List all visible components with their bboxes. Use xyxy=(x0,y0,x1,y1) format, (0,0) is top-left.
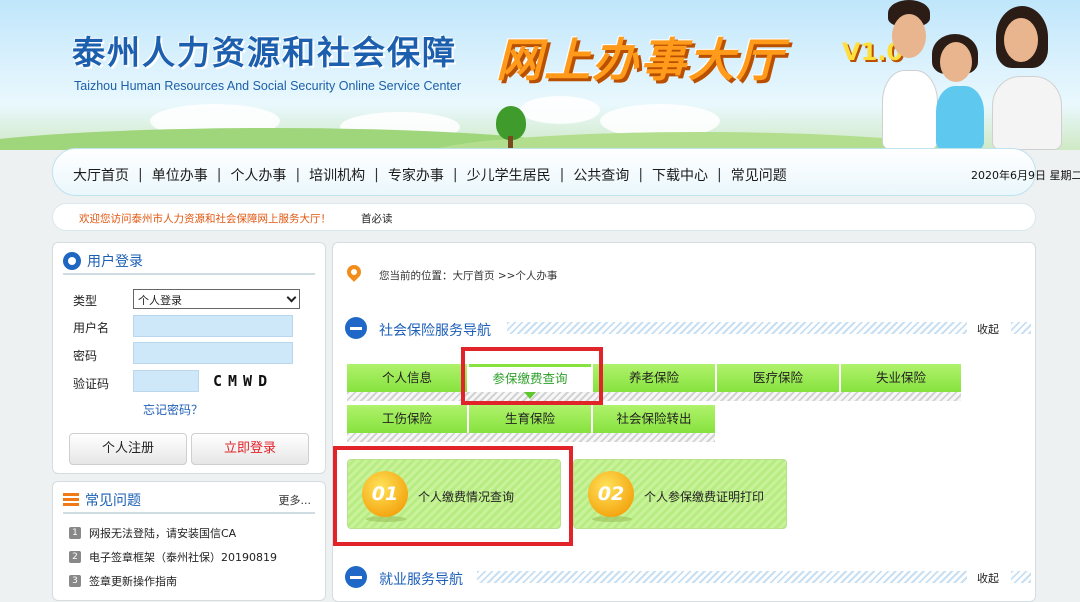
hatch-divider xyxy=(477,571,967,583)
nav-separator: | xyxy=(374,167,379,183)
password-label: 密码 xyxy=(73,349,98,363)
tab-insurance-transfer-out[interactable]: 社会保险转出 xyxy=(593,405,715,433)
login-type-value: 个人登录 xyxy=(138,294,182,307)
breadcrumb: 您当前的位置：大厅首页 >>个人办事 xyxy=(379,270,558,282)
nav-separator: | xyxy=(216,167,222,183)
faq-number-badge: 3 xyxy=(69,575,81,587)
username-input[interactable] xyxy=(133,315,293,337)
tree-icon xyxy=(496,106,526,140)
nav-item-training-institutions[interactable]: 培训机构 xyxy=(309,165,365,185)
card-number-badge: 02 xyxy=(588,471,634,517)
login-button[interactable]: 立即登录 xyxy=(191,433,309,465)
login-panel: 用户登录 类型 个人登录 用户名 密码 验证码 CMWD 忘记密码？ 个人注册 … xyxy=(52,242,326,474)
nav-separator: | xyxy=(138,167,143,183)
password-input[interactable] xyxy=(133,342,293,364)
faq-item[interactable]: 1 网报无法登陆，请安装国信CA xyxy=(69,525,236,541)
nav-item-expert-services[interactable]: 专家办事 xyxy=(388,165,444,185)
nav-item-public-query[interactable]: 公共查询 xyxy=(573,165,629,185)
register-button[interactable]: 个人注册 xyxy=(69,433,187,465)
nav-item-faq[interactable]: 常见问题 xyxy=(731,165,787,185)
chevron-down-icon xyxy=(286,292,297,303)
nav-separator: | xyxy=(559,167,565,183)
faq-item-text: 网报无法登陆，请安装国信CA xyxy=(89,527,237,540)
list-icon xyxy=(63,493,79,507)
faq-number-badge: 1 xyxy=(69,527,81,539)
faq-item[interactable]: 2 电子签章框架（泰州社保）20190819 xyxy=(69,549,277,565)
hatch-divider xyxy=(1011,322,1031,334)
faq-number-badge: 2 xyxy=(69,551,81,563)
family-illustration xyxy=(852,0,1080,150)
section-title: 社会保险服务导航 xyxy=(379,323,491,339)
nav-item-home[interactable]: 大厅首页 xyxy=(73,165,129,185)
welcome-marquee: 欢迎您访问泰州市人力资源和社会保障网上服务大厅！ xyxy=(79,213,331,225)
card-label: 个人缴费情况查询 xyxy=(418,490,515,504)
employment-section-header: 就业服务导航 收起 xyxy=(345,566,1031,590)
nav-item-unit-services[interactable]: 单位办事 xyxy=(152,165,208,185)
main-nav: 大厅首页 | 单位办事 | 个人办事 | 培训机构 | 专家办事 | 少儿学生居… xyxy=(52,148,1080,196)
service-card-payment-query[interactable]: 01 个人缴费情况查询 xyxy=(347,459,561,529)
faq-item-text: 电子签章框架（泰州社保）20190819 xyxy=(89,551,277,564)
tab-pension-insurance[interactable]: 养老保险 xyxy=(593,364,715,392)
collapse-link[interactable]: 收起 xyxy=(977,321,999,337)
username-label: 用户名 xyxy=(73,321,110,335)
tab-work-injury-insurance[interactable]: 工伤保险 xyxy=(347,405,467,433)
current-date: 2020年6月9日 星期二 xyxy=(971,169,1080,182)
nav-separator: | xyxy=(638,167,644,183)
faq-title: 常见问题 xyxy=(85,493,141,509)
faq-more-link[interactable]: 更多... xyxy=(279,492,312,508)
site-title-service-hall: 网上办事大厅 xyxy=(496,33,784,87)
nav-separator: | xyxy=(452,167,458,183)
collapse-minus-icon[interactable] xyxy=(345,566,367,588)
nav-item-students-residents[interactable]: 少儿学生居民 xyxy=(467,165,551,185)
collapse-minus-icon[interactable] xyxy=(345,317,367,339)
social-insurance-section-header: 社会保险服务导航 收起 xyxy=(345,317,1031,341)
tab-row-shadow xyxy=(347,433,715,442)
gear-icon xyxy=(63,252,81,270)
tab-personal-info[interactable]: 个人信息 xyxy=(347,364,467,392)
site-title-en: Taizhou Human Resources And Social Secur… xyxy=(74,79,461,93)
nav-item-download-center[interactable]: 下载中心 xyxy=(652,165,708,185)
type-label: 类型 xyxy=(73,294,98,308)
active-tab-arrow-icon xyxy=(524,392,536,399)
tree-trunk xyxy=(508,136,513,148)
site-title-cn: 泰州人力资源和社会保障 xyxy=(72,33,457,72)
hatch-divider xyxy=(1011,571,1031,583)
notice-bar: 欢迎您访问泰州市人力资源和社会保障网上服务大厅！ 首必读 xyxy=(52,203,1036,231)
login-title: 用户登录 xyxy=(87,254,143,270)
cloud-decoration xyxy=(520,96,600,124)
tab-maternity-insurance[interactable]: 生育保险 xyxy=(469,405,591,433)
login-type-select[interactable]: 个人登录 xyxy=(133,289,300,309)
login-panel-header: 用户登录 xyxy=(63,249,315,275)
forgot-password-link[interactable]: 忘记密码？ xyxy=(143,401,203,418)
hatch-divider xyxy=(507,322,967,334)
main-content-panel: 您当前的位置：大厅首页 >>个人办事 社会保险服务导航 收起 个人信息 参保缴费… xyxy=(332,242,1036,602)
captcha-label: 验证码 xyxy=(73,377,110,391)
nav-separator: | xyxy=(295,167,301,183)
faq-item-text: 签章更新操作指南 xyxy=(89,575,177,588)
captcha-image[interactable]: CMWD xyxy=(203,372,293,392)
collapse-link[interactable]: 收起 xyxy=(977,570,999,586)
card-label: 个人参保缴费证明打印 xyxy=(644,490,765,504)
tab-row-shadow xyxy=(347,392,961,401)
section-title: 就业服务导航 xyxy=(379,572,463,588)
faq-item[interactable]: 3 签章更新操作指南 xyxy=(69,573,177,589)
card-number-badge: 01 xyxy=(362,471,408,517)
tab-medical-insurance[interactable]: 医疗保险 xyxy=(717,364,839,392)
must-read-link[interactable]: 首必读 xyxy=(361,211,393,226)
faq-panel: 常见问题 更多... 1 网报无法登陆，请安装国信CA 2 电子签章框架（泰州社… xyxy=(52,481,326,601)
captcha-input[interactable] xyxy=(133,370,199,392)
tab-contribution-query[interactable]: 参保缴费查询 xyxy=(469,364,591,399)
nav-item-personal-services[interactable]: 个人办事 xyxy=(230,165,286,185)
nav-separator: | xyxy=(717,167,722,183)
tab-unemployment-insurance[interactable]: 失业保险 xyxy=(841,364,961,392)
header-banner: 泰州人力资源和社会保障 Taizhou Human Resources And … xyxy=(0,0,1080,150)
tab-label: 参保缴费查询 xyxy=(492,371,568,386)
service-card-proof-print[interactable]: 02 个人参保缴费证明打印 xyxy=(573,459,787,529)
location-pin-icon xyxy=(344,262,364,282)
faq-panel-header: 常见问题 xyxy=(63,488,315,514)
